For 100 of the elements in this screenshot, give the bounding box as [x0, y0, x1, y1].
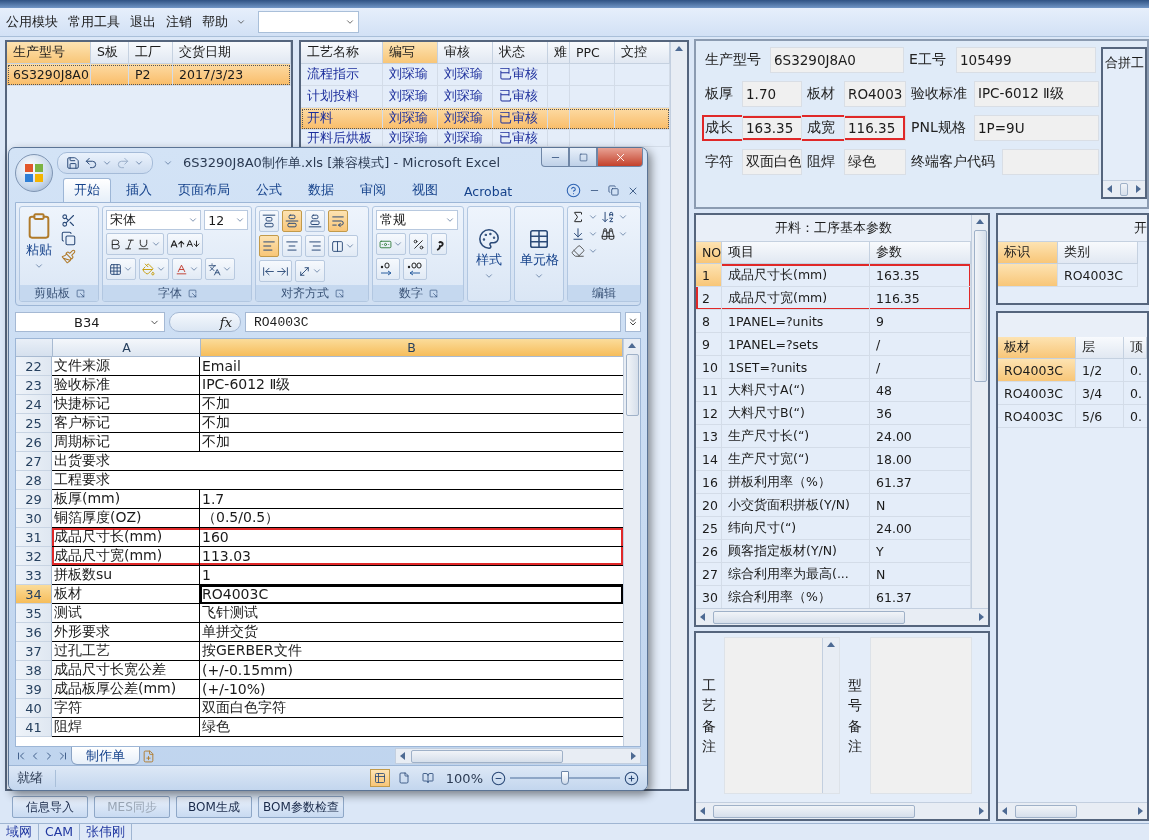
table-row[interactable]: 27 综合利用率为最高(... N: [696, 563, 971, 586]
table-row[interactable]: 8 1PANEL=?units 9: [696, 310, 971, 333]
sheet-cell[interactable]: IPC-6012 Ⅱ级: [200, 376, 623, 395]
dropdown-field[interactable]: [258, 11, 359, 33]
status-tab[interactable]: 域网: [0, 824, 39, 840]
table-row[interactable]: 12 大料尺寸B(“) 36: [696, 402, 971, 425]
name-box[interactable]: B34: [15, 312, 165, 332]
sheet-cell[interactable]: (+/-10%): [200, 680, 623, 699]
text-field[interactable]: IPC-6012 Ⅱ级: [974, 81, 1099, 107]
font-size-field[interactable]: 12: [204, 210, 248, 230]
restore-button[interactable]: [569, 148, 597, 167]
row-header[interactable]: 22: [16, 357, 52, 376]
menu-item[interactable]: 常用工具: [64, 13, 124, 31]
sheet-cell[interactable]: 单拼交货: [200, 623, 623, 642]
sheet-cell[interactable]: 不加: [200, 433, 623, 452]
text-field[interactable]: 双面白色: [742, 149, 802, 175]
horizontal-scrollbar[interactable]: [395, 748, 641, 764]
align-button[interactable]: [305, 235, 325, 257]
text-field[interactable]: 163.35: [742, 115, 802, 141]
close-button[interactable]: [597, 148, 643, 167]
expand-button[interactable]: [625, 312, 641, 332]
sheet-cell[interactable]: 飞针测试: [200, 604, 623, 623]
align-button[interactable]: [259, 210, 279, 232]
format-painter-icon[interactable]: [61, 249, 76, 264]
vertical-scrollbar[interactable]: [670, 42, 687, 789]
column-header[interactable]: 审核: [438, 42, 493, 64]
table-row[interactable]: 13 生产尺寸长(“) 24.00: [696, 425, 971, 448]
table-row[interactable]: 20 小交货面积拼板(Y/N) N: [696, 494, 971, 517]
autosum-icon[interactable]: [571, 210, 585, 224]
sheet-cell[interactable]: 出货要求: [52, 452, 623, 471]
sheet-cell[interactable]: 160: [200, 528, 623, 547]
underline-icon[interactable]: [137, 237, 150, 251]
formula-field[interactable]: RO4003C: [245, 312, 621, 332]
vertical-scrollbar[interactable]: [623, 339, 640, 746]
table-row[interactable]: 9 1PANEL=?sets /: [696, 333, 971, 356]
new-sheet-icon[interactable]: [142, 749, 155, 763]
column-header[interactable]: 交货日期: [173, 42, 291, 64]
phonetic-icon[interactable]: [208, 262, 221, 276]
column-header[interactable]: PPC: [570, 42, 615, 64]
row-header[interactable]: 28: [16, 471, 52, 490]
status-tab[interactable]: 张伟刚: [80, 824, 133, 840]
menu-item[interactable]: 帮助: [198, 13, 250, 31]
percent-icon[interactable]: [412, 237, 425, 251]
sheet-cell[interactable]: 双面白色字符: [200, 699, 623, 718]
column-header[interactable]: 工艺名称: [301, 42, 383, 64]
zoom-out-icon[interactable]: [491, 770, 506, 786]
ribbon-tab[interactable]: 视图: [401, 178, 449, 202]
sheet-cell[interactable]: 1: [200, 566, 623, 585]
row-header[interactable]: 27: [16, 452, 52, 471]
ribbon-tab[interactable]: 审阅: [349, 178, 397, 202]
vertical-scrollbar[interactable]: [822, 638, 839, 793]
row-header[interactable]: 34: [16, 585, 52, 604]
action-button[interactable]: BOM参数检查: [258, 796, 344, 818]
sheet-cell[interactable]: 绿色: [200, 718, 623, 737]
table-row[interactable]: 25 纬向尺寸(“) 24.00: [696, 517, 971, 540]
column-header[interactable]: 文控: [615, 42, 670, 64]
cut-icon[interactable]: [61, 213, 76, 228]
sheet-cell[interactable]: 字符: [52, 699, 200, 718]
paste-button[interactable]: 粘贴: [23, 210, 55, 282]
number-format-field[interactable]: 常规: [376, 210, 458, 230]
column-header[interactable]: 层: [1076, 337, 1124, 359]
table-row[interactable]: 6S3290J8A0 P2 2017/3/23: [7, 64, 291, 86]
ribbon-tab[interactable]: 插入: [115, 178, 163, 202]
action-button[interactable]: BOM生成: [176, 796, 252, 818]
copy-icon[interactable]: [61, 231, 76, 246]
decrease-decimal-icon[interactable]: [406, 262, 424, 276]
ribbon-tab[interactable]: 公式: [245, 178, 293, 202]
align-button[interactable]: [259, 235, 279, 257]
last-sheet-icon[interactable]: [57, 750, 69, 762]
find-icon[interactable]: [601, 227, 615, 241]
column-header[interactable]: 类别: [1058, 242, 1138, 264]
column-header[interactable]: 编写: [383, 42, 438, 64]
decrease-indent-icon[interactable]: [262, 264, 275, 278]
help-icon[interactable]: [566, 183, 581, 198]
column-header[interactable]: 项目: [722, 242, 870, 264]
column-header[interactable]: S板: [91, 42, 129, 64]
horizontal-scrollbar[interactable]: [1103, 180, 1145, 197]
minimize-button[interactable]: [541, 148, 569, 167]
restore-icon[interactable]: [608, 185, 619, 196]
table-row[interactable]: 2 成品尺寸宽(mm) 116.35: [696, 287, 971, 310]
text-field[interactable]: 116.35: [844, 115, 906, 141]
row-header[interactable]: 23: [16, 376, 52, 395]
first-sheet-icon[interactable]: [15, 750, 27, 762]
horizontal-scrollbar[interactable]: [696, 608, 988, 625]
status-tab[interactable]: CAM: [39, 824, 81, 840]
table-row[interactable]: 14 生产尺寸宽(“) 18.00: [696, 448, 971, 471]
vertical-scrollbar[interactable]: [971, 215, 988, 608]
sheet-cell[interactable]: 成品尺寸长(mm): [52, 528, 200, 547]
view-button[interactable]: [369, 769, 390, 787]
dialog-launcher-icon[interactable]: [334, 288, 344, 298]
row-header[interactable]: 30: [16, 509, 52, 528]
column-header[interactable]: 标识: [998, 242, 1058, 264]
eraser-icon[interactable]: [571, 244, 585, 258]
text-field[interactable]: 6S3290J8A0: [770, 47, 904, 73]
zoom-in-icon[interactable]: [624, 770, 639, 786]
sheet-cell[interactable]: 工程要求: [52, 471, 623, 490]
menu-item[interactable]: 公用模块: [2, 13, 62, 31]
sheet-cell[interactable]: 外形要求: [52, 623, 200, 642]
column-header[interactable]: 难: [548, 42, 570, 64]
borders-icon[interactable]: [109, 262, 122, 276]
